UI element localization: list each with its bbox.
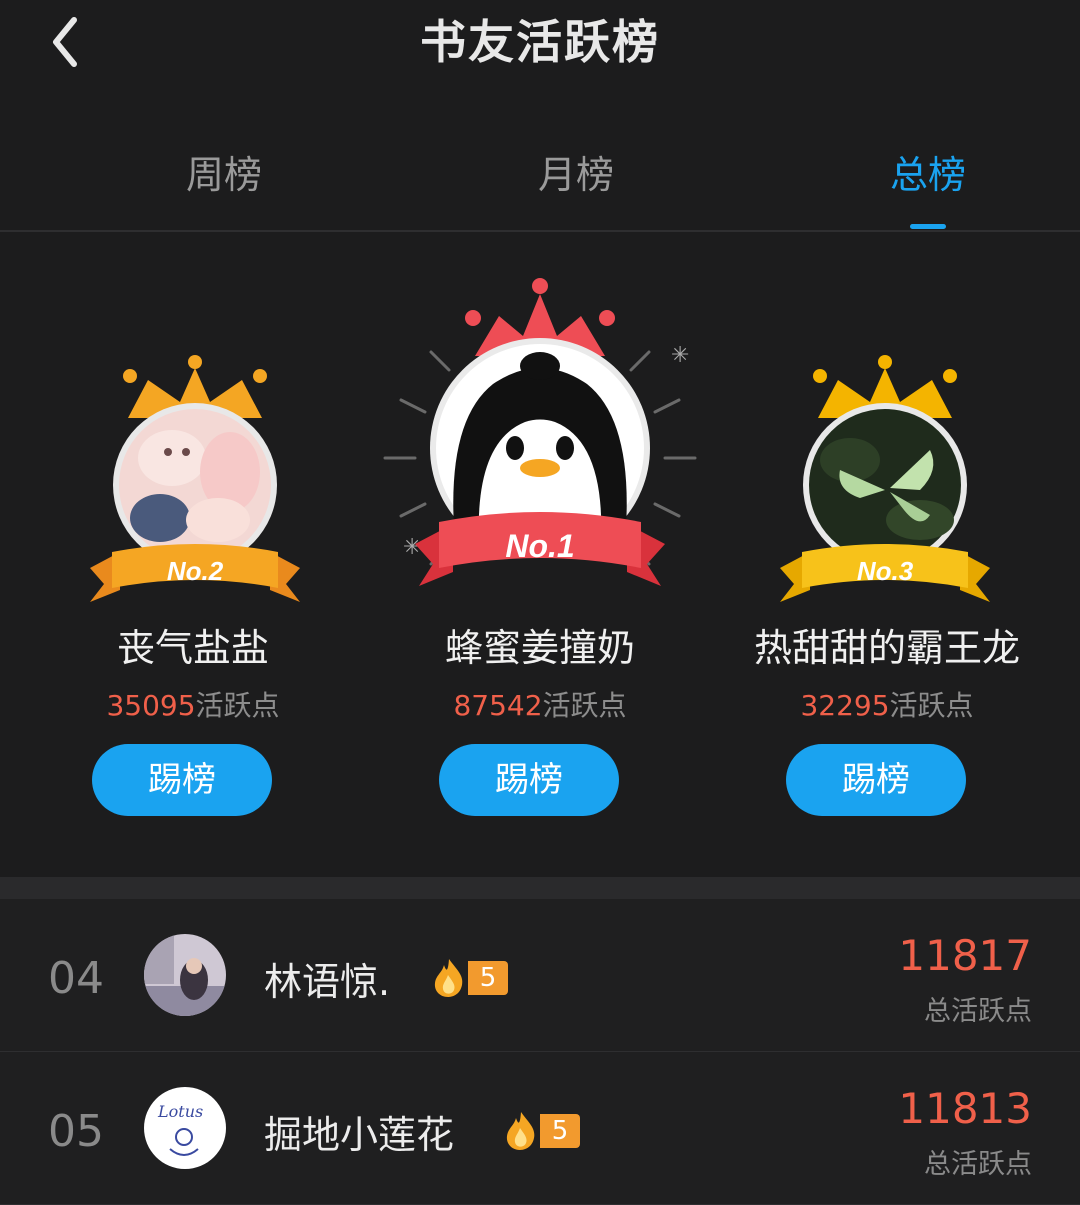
avatar-frame[interactable]: No.2 (90, 340, 300, 614)
tab-bar: 周榜 月榜 总榜 (0, 120, 1080, 232)
podium-card-1: ✳ ✳ No.1 蜂蜜姜撞奶 87542活跃点 踢榜 (367, 232, 713, 877)
level-badge: 5 (468, 961, 508, 995)
podium-name: 丧气盐盐 (116, 626, 269, 670)
user-name: 林语惊. (264, 960, 391, 1004)
podium-score: 32295活跃点 (800, 689, 974, 722)
tab-monthly[interactable]: 月榜 (476, 144, 676, 199)
kick-rank-button[interactable]: 踢榜 (439, 744, 619, 816)
svg-text:No.3: No.3 (857, 556, 914, 586)
podium-card-2: No.2 丧气盐盐 35095活跃点 踢榜 (20, 232, 366, 877)
kick-rank-button[interactable]: 踢榜 (786, 744, 966, 816)
total-score: 11817 (898, 931, 1032, 980)
svg-text:No.1: No.1 (505, 528, 574, 564)
podium-card-3: No.3 热甜甜的霸王龙 32295活跃点 踢榜 (714, 232, 1060, 877)
tab-all-time[interactable]: 总榜 (828, 144, 1028, 199)
svg-text:No.2: No.2 (167, 556, 224, 586)
total-score: 11813 (898, 1084, 1032, 1133)
avatar-frame[interactable]: No.3 (780, 340, 990, 614)
active-tab-indicator (910, 224, 946, 229)
fire-icon (500, 1110, 542, 1156)
sparkle-icon: ✳ (671, 343, 689, 368)
top-three-podium: No.2 丧气盐盐 35095活跃点 踢榜 ✳ ✳ No.1 蜂蜜姜撞奶 875… (0, 232, 1080, 877)
rank-number: 05 (48, 1106, 104, 1157)
avatar-frame[interactable]: ✳ ✳ No.1 (375, 272, 705, 616)
score-label: 总活跃点 (924, 1149, 1032, 1180)
avatar[interactable] (144, 934, 226, 1016)
podium-score: 35095活跃点 (106, 689, 280, 722)
header: 书友活跃榜 (0, 0, 1080, 90)
section-divider (0, 877, 1080, 899)
user-name: 掘地小莲花 (264, 1113, 455, 1157)
rank-number: 04 (48, 953, 104, 1004)
podium-name: 热甜甜的霸王龙 (753, 626, 1020, 670)
fire-icon (428, 957, 470, 1003)
kick-rank-button[interactable]: 踢榜 (92, 744, 272, 816)
list-item[interactable]: 05 Lotus 掘地小莲花 5 11813 总活跃点 (0, 1052, 1080, 1205)
page-title: 书友活跃榜 (420, 15, 660, 69)
score-label: 总活跃点 (924, 996, 1032, 1027)
list-item[interactable]: 04 林语惊. 5 11817 总活跃点 (0, 899, 1080, 1052)
podium-name: 蜂蜜姜撞奶 (444, 626, 635, 670)
avatar[interactable]: Lotus (144, 1087, 226, 1169)
tab-weekly[interactable]: 周榜 (124, 144, 324, 199)
svg-text:Lotus: Lotus (157, 1102, 203, 1121)
ranking-list: 04 林语惊. 5 11817 总活跃点 05 Lotus 掘地小莲花 5 11… (0, 899, 1080, 1205)
podium-score: 87542活跃点 (453, 689, 627, 722)
level-badge: 5 (540, 1114, 580, 1148)
